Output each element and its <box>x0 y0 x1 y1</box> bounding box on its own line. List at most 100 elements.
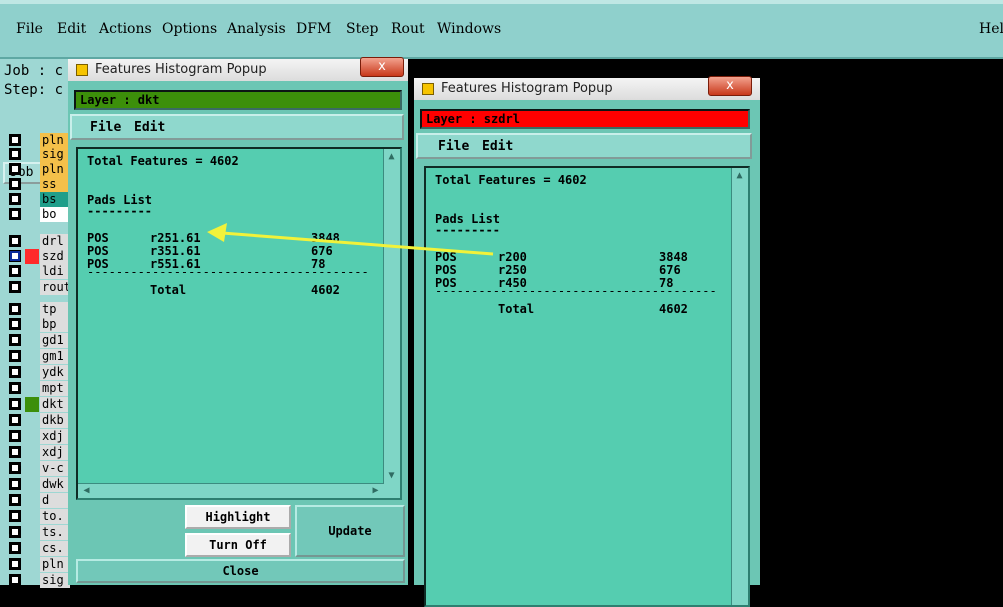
highlight-button[interactable]: Highlight <box>185 505 291 529</box>
layer-row[interactable]: to. <box>0 509 72 524</box>
layer-checkbox[interactable] <box>9 350 21 362</box>
graphics-canvas[interactable] <box>760 59 1003 585</box>
menu-edit[interactable]: Edit <box>57 21 86 37</box>
layer-name[interactable]: ss <box>40 177 70 192</box>
layer-row[interactable]: drl <box>0 234 72 249</box>
layer-name[interactable]: ydk <box>40 365 70 380</box>
layer-name[interactable]: bp <box>40 317 70 332</box>
layer-checkbox[interactable] <box>9 303 21 315</box>
layer-checkbox[interactable] <box>9 510 21 522</box>
layer-checkbox[interactable] <box>9 334 21 346</box>
histogram-list[interactable]: Total Features = 4602 Pads List --------… <box>76 147 402 500</box>
layer-row[interactable]: xdj <box>0 429 72 444</box>
layer-row[interactable]: sig <box>0 573 72 588</box>
layer-row[interactable]: sig <box>0 147 72 162</box>
vertical-scrollbar[interactable]: ▲ ▼ <box>383 149 400 498</box>
scroll-left-icon[interactable]: ◀ <box>80 484 93 497</box>
menu-analysis[interactable]: Analysis <box>227 21 286 37</box>
layer-checkbox[interactable] <box>9 163 21 175</box>
layer-name[interactable]: rout <box>40 280 70 295</box>
histogram-list[interactable]: Total Features = 4602 Pads List --------… <box>424 166 750 607</box>
layer-row[interactable]: tp <box>0 302 72 317</box>
layer-name[interactable]: v-c <box>40 461 70 476</box>
layer-checkbox[interactable] <box>9 193 21 205</box>
layer-name[interactable]: to. <box>40 509 70 524</box>
layer-checkbox[interactable] <box>9 134 21 146</box>
layer-checkbox[interactable] <box>9 574 21 586</box>
layer-row[interactable]: pln <box>0 162 72 177</box>
layer-row[interactable]: cs. <box>0 541 72 556</box>
layer-row[interactable]: ldi <box>0 264 72 279</box>
layer-checkbox[interactable] <box>9 281 21 293</box>
layer-checkbox[interactable] <box>9 235 21 247</box>
layer-row[interactable]: dkb <box>0 413 72 428</box>
layer-row[interactable]: dkt <box>0 397 72 412</box>
layer-name[interactable]: xdj <box>40 445 70 460</box>
layer-row[interactable]: dwk <box>0 477 72 492</box>
layer-checkbox[interactable] <box>9 208 21 220</box>
layer-name[interactable]: bo <box>40 207 70 222</box>
layer-name[interactable]: gd1 <box>40 333 70 348</box>
menu-options[interactable]: Options <box>162 21 217 37</box>
scroll-down-icon[interactable]: ▼ <box>385 469 398 482</box>
layer-row[interactable]: gd1 <box>0 333 72 348</box>
layer-row[interactable]: ydk <box>0 365 72 380</box>
layer-row[interactable]: ts. <box>0 525 72 540</box>
close-button[interactable]: Close <box>76 559 405 583</box>
layer-checkbox[interactable] <box>9 318 21 330</box>
popup-menu-edit[interactable]: Edit <box>482 139 513 154</box>
turn-off-button[interactable]: Turn Off <box>185 533 291 557</box>
layer-row[interactable]: gm1 <box>0 349 72 364</box>
layer-name[interactable]: pln <box>40 557 70 572</box>
layer-row[interactable]: d <box>0 493 72 508</box>
layer-name[interactable]: cs. <box>40 541 70 556</box>
layer-checkbox[interactable] <box>9 250 21 262</box>
layer-name[interactable]: pln <box>40 162 70 177</box>
layer-name[interactable]: pln <box>40 133 70 148</box>
layer-row[interactable]: rout <box>0 280 72 295</box>
layer-name[interactable]: dwk <box>40 477 70 492</box>
layer-row[interactable]: bp <box>0 317 72 332</box>
layer-checkbox[interactable] <box>9 178 21 190</box>
close-icon[interactable]: x <box>360 57 404 77</box>
layer-row[interactable]: mpt <box>0 381 72 396</box>
layer-checkbox[interactable] <box>9 430 21 442</box>
layer-row[interactable]: pln <box>0 557 72 572</box>
layer-checkbox[interactable] <box>9 478 21 490</box>
layer-checkbox[interactable] <box>9 414 21 426</box>
menu-step[interactable]: Step <box>346 21 378 37</box>
layer-row[interactable]: ss <box>0 177 72 192</box>
layer-name[interactable]: xdj <box>40 429 70 444</box>
layer-row[interactable]: bs <box>0 192 72 207</box>
popup-menu-edit[interactable]: Edit <box>134 120 165 135</box>
vertical-scrollbar[interactable]: ▲ <box>731 168 748 605</box>
scroll-right-icon[interactable]: ▶ <box>369 484 382 497</box>
layer-name[interactable]: d <box>40 493 70 508</box>
layer-name[interactable]: sig <box>40 573 70 588</box>
layer-checkbox[interactable] <box>9 462 21 474</box>
layer-name[interactable]: ts. <box>40 525 70 540</box>
popup-titlebar[interactable]: Features Histogram Popup x <box>68 57 408 82</box>
layer-row[interactable]: v-c <box>0 461 72 476</box>
layer-name[interactable]: sig <box>40 147 70 162</box>
popup-menu-file[interactable]: File <box>438 139 469 154</box>
layer-name[interactable]: dkb <box>40 413 70 428</box>
layer-checkbox[interactable] <box>9 558 21 570</box>
layer-checkbox[interactable] <box>9 398 21 410</box>
layer-row[interactable]: xdj <box>0 445 72 460</box>
layer-checkbox[interactable] <box>9 494 21 506</box>
scroll-up-icon[interactable]: ▲ <box>733 169 746 182</box>
scroll-up-icon[interactable]: ▲ <box>385 150 398 163</box>
layer-checkbox[interactable] <box>9 265 21 277</box>
horizontal-scrollbar[interactable]: ◀ ▶ <box>78 483 384 498</box>
layer-name[interactable]: mpt <box>40 381 70 396</box>
layer-name[interactable]: gm1 <box>40 349 70 364</box>
layer-name[interactable]: dkt <box>40 397 70 412</box>
update-button[interactable]: Update <box>295 505 405 557</box>
layer-row[interactable]: szd <box>0 249 72 264</box>
menu-dfm[interactable]: DFM <box>296 21 331 37</box>
close-icon[interactable]: x <box>708 76 752 96</box>
layer-checkbox[interactable] <box>9 542 21 554</box>
layer-name[interactable]: tp <box>40 302 70 317</box>
popup-menu-file[interactable]: File <box>90 120 121 135</box>
